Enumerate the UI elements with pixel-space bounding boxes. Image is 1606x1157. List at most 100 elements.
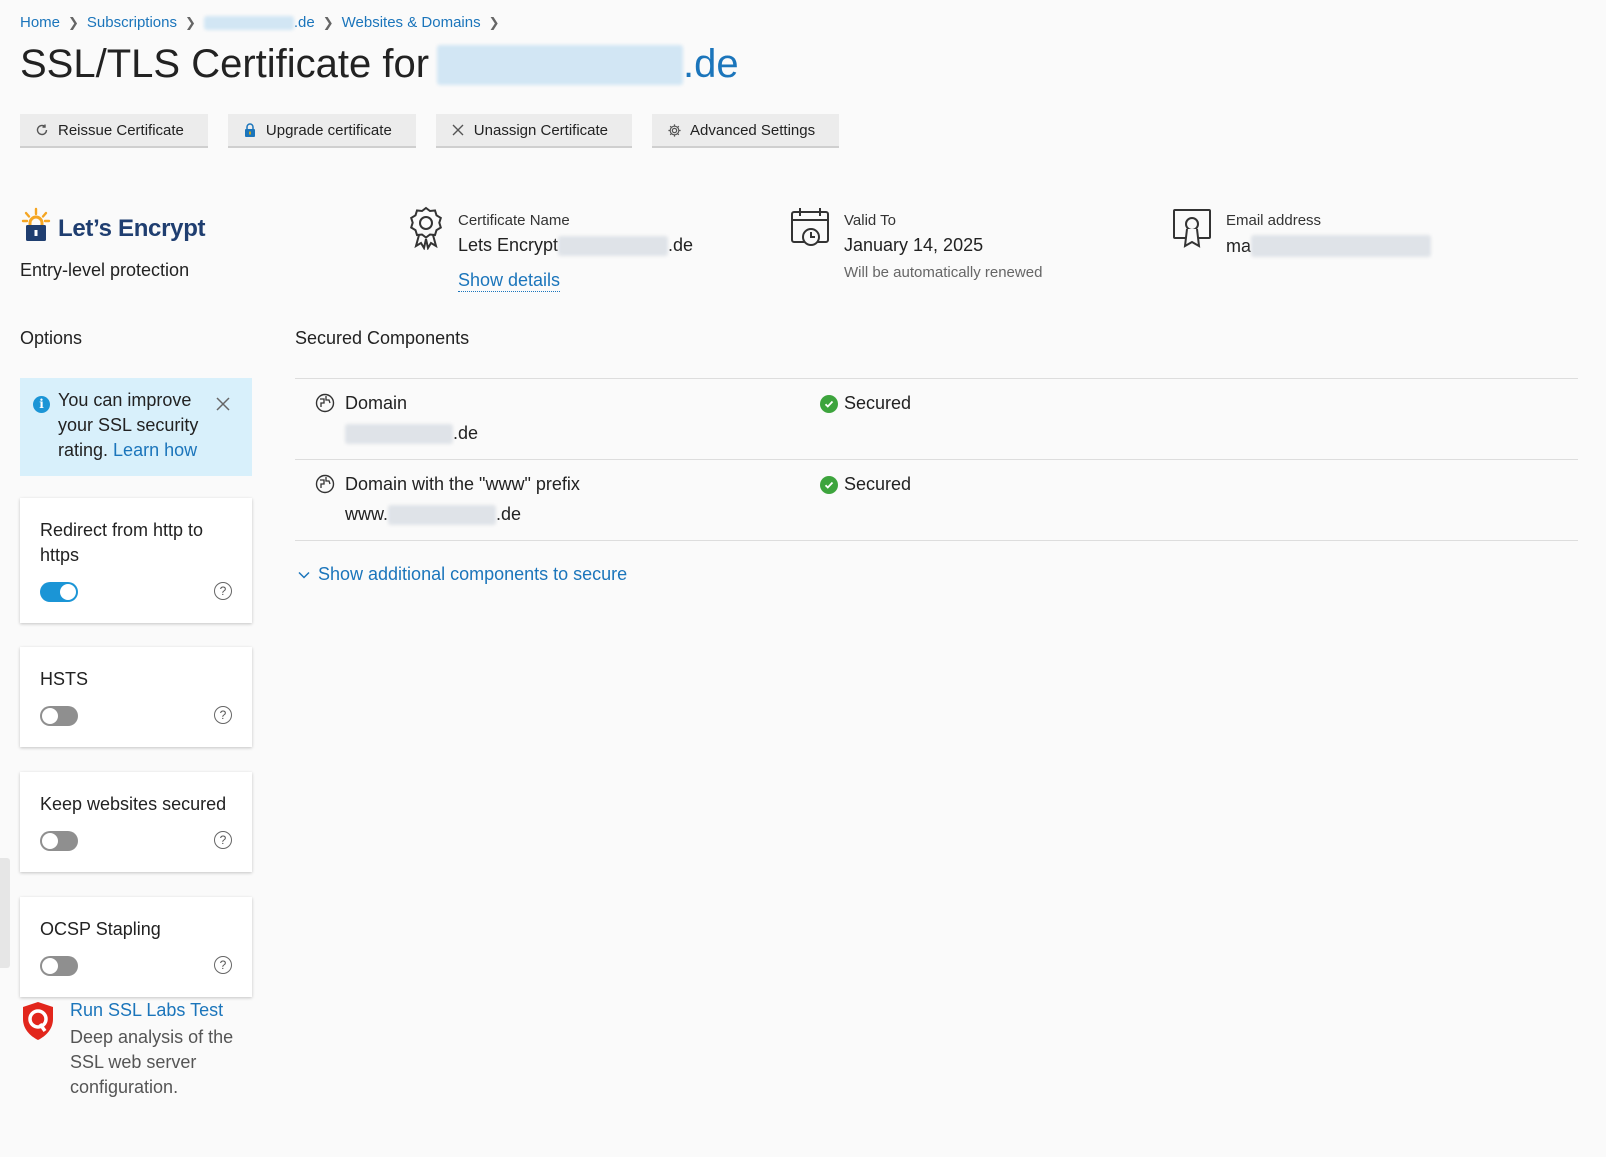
help-icon[interactable]: ? xyxy=(214,831,232,849)
breadcrumb-separator-icon: ❯ xyxy=(322,14,334,30)
advanced-settings-button[interactable]: Advanced Settings xyxy=(652,114,840,148)
reissue-certificate-label: Reissue Certificate xyxy=(58,121,184,139)
check-circle-icon xyxy=(820,394,838,413)
learn-how-link[interactable]: Learn how xyxy=(113,440,197,460)
certificate-name-block: Certificate Name Lets Encrypt .de Show de… xyxy=(408,206,693,292)
toggle-knob xyxy=(42,833,58,849)
breadcrumb-separator-icon: ❯ xyxy=(184,14,196,30)
page-title: SSL/TLS Certificate for .de xyxy=(20,42,739,87)
redacted-domain xyxy=(388,504,497,525)
valid-to-label: Valid To xyxy=(844,212,896,229)
calendar-clock-icon xyxy=(791,208,829,246)
page-title-domain[interactable]: .de xyxy=(437,42,739,87)
component-domain-prefix: www. xyxy=(345,504,389,524)
protection-level: Entry-level protection xyxy=(20,260,190,280)
sidebar-collapse-handle[interactable] xyxy=(0,858,10,968)
component-name: Domain xyxy=(345,393,408,413)
qualys-shield-icon xyxy=(23,1002,53,1040)
domain-icon xyxy=(315,474,335,494)
option-label: HSTS xyxy=(40,669,89,689)
email-block: Email address ma xyxy=(1172,206,1432,257)
page-title-prefix: SSL/TLS Certificate for xyxy=(20,42,430,86)
option-card-keep-secured: Keep websites secured ? xyxy=(20,772,252,872)
certificate-name-value: Lets Encrypt .de xyxy=(458,235,693,256)
check-circle-icon xyxy=(820,475,838,494)
ocsp-stapling-toggle[interactable] xyxy=(40,956,78,976)
hsts-toggle[interactable] xyxy=(40,706,78,726)
redacted-email xyxy=(1251,235,1432,257)
options-title: Options xyxy=(20,328,83,348)
breadcrumb-home[interactable]: Home xyxy=(20,14,60,31)
email-value: ma xyxy=(1226,235,1432,257)
certificate-name-label: Certificate Name xyxy=(458,212,570,229)
breadcrumb: Home ❯ Subscriptions ❯ .de ❯ Websites & … xyxy=(20,14,500,31)
valid-to-value: January 14, 2025 xyxy=(844,235,984,255)
table-row: Domain with the "www" prefix www. .de Sec… xyxy=(295,460,1578,541)
toggle-knob xyxy=(42,958,58,974)
run-ssl-labs-test-link[interactable]: Run SSL Labs Test xyxy=(70,1000,223,1020)
secured-components-table: Domain .de Secured Domain with the "www"… xyxy=(295,378,1578,541)
show-additional-components-link[interactable]: Show additional components to secure xyxy=(298,564,627,585)
certificate-name-suffix: .de xyxy=(668,235,694,255)
unassign-certificate-label: Unassign Certificate xyxy=(473,121,609,139)
keep-secured-toggle[interactable] xyxy=(40,831,78,851)
secured-components-title: Secured Components xyxy=(295,328,470,348)
lets-encrypt-logo-icon xyxy=(21,207,51,241)
lets-encrypt-logo: Let’s Encrypt xyxy=(20,207,206,243)
page-title-domain-suffix: .de xyxy=(683,42,739,86)
component-name: Domain with the "www" prefix xyxy=(345,474,580,494)
certificate-document-icon xyxy=(1173,209,1211,248)
upgrade-certificate-label: Upgrade certificate xyxy=(265,121,392,139)
close-icon[interactable] xyxy=(216,393,234,411)
unassign-certificate-button[interactable]: Unassign Certificate xyxy=(435,114,633,148)
ssl-labs-block: Run SSL Labs Test Deep analysis of the S… xyxy=(20,1000,250,1100)
certificate-badge-icon xyxy=(410,206,442,250)
option-card-ocsp: OCSP Stapling ? xyxy=(20,897,252,997)
status-text: Secured xyxy=(844,474,912,494)
toolbar: Reissue Certificate Upgrade certificate … xyxy=(20,114,840,148)
certificate-name-prefix: Lets Encrypt xyxy=(458,235,559,255)
option-label: Redirect from http to https xyxy=(40,520,204,565)
provider-name: Let’s Encrypt xyxy=(58,215,206,242)
breadcrumb-domain-suffix: .de xyxy=(293,14,315,31)
toggle-knob xyxy=(60,584,76,600)
option-label: Keep websites secured xyxy=(40,794,227,814)
upgrade-certificate-button[interactable]: Upgrade certificate xyxy=(227,114,416,148)
valid-to-block: Valid To January 14, 2025 Will be automa… xyxy=(790,206,1042,281)
info-icon: i xyxy=(33,396,50,413)
help-icon[interactable]: ? xyxy=(214,582,232,600)
help-icon[interactable]: ? xyxy=(214,706,232,724)
show-details-link[interactable]: Show details xyxy=(458,270,561,292)
ssl-labs-description: Deep analysis of the SSL web server conf… xyxy=(70,1027,234,1097)
show-additional-label: Show additional components to secure xyxy=(318,564,628,584)
domain-icon xyxy=(315,393,335,413)
breadcrumb-separator-icon: ❯ xyxy=(488,14,500,30)
refresh-icon xyxy=(34,122,50,138)
email-prefix: ma xyxy=(1226,235,1252,256)
redacted-domain xyxy=(558,235,669,256)
option-card-redirect: Redirect from http to https ? xyxy=(20,498,252,623)
redacted-domain xyxy=(203,15,294,30)
close-icon xyxy=(450,122,466,138)
security-rating-notice: i You can improve your SSL security rati… xyxy=(20,378,252,476)
reissue-certificate-button[interactable]: Reissue Certificate xyxy=(20,114,208,148)
breadcrumb-separator-icon: ❯ xyxy=(68,14,79,30)
help-icon[interactable]: ? xyxy=(214,956,232,974)
status-badge: Secured xyxy=(820,393,911,414)
status-badge: Secured xyxy=(820,474,911,495)
email-label: Email address xyxy=(1226,212,1322,229)
breadcrumb-subscriptions[interactable]: Subscriptions xyxy=(87,14,177,31)
breadcrumb-domain[interactable]: .de xyxy=(203,14,315,31)
option-card-hsts: HSTS ? xyxy=(20,647,252,747)
breadcrumb-websites-domains[interactable]: Websites & Domains xyxy=(342,14,481,31)
status-text: Secured xyxy=(844,393,912,413)
redacted-domain xyxy=(345,423,453,444)
component-domain-suffix: .de xyxy=(453,423,479,443)
table-row: Domain .de Secured xyxy=(295,379,1578,460)
component-domain: .de xyxy=(345,423,478,444)
lock-icon xyxy=(242,122,258,138)
toggle-knob xyxy=(42,708,58,724)
redirect-https-toggle[interactable] xyxy=(40,582,78,602)
chevron-down-icon xyxy=(298,571,310,579)
component-domain: www. .de xyxy=(345,504,521,525)
